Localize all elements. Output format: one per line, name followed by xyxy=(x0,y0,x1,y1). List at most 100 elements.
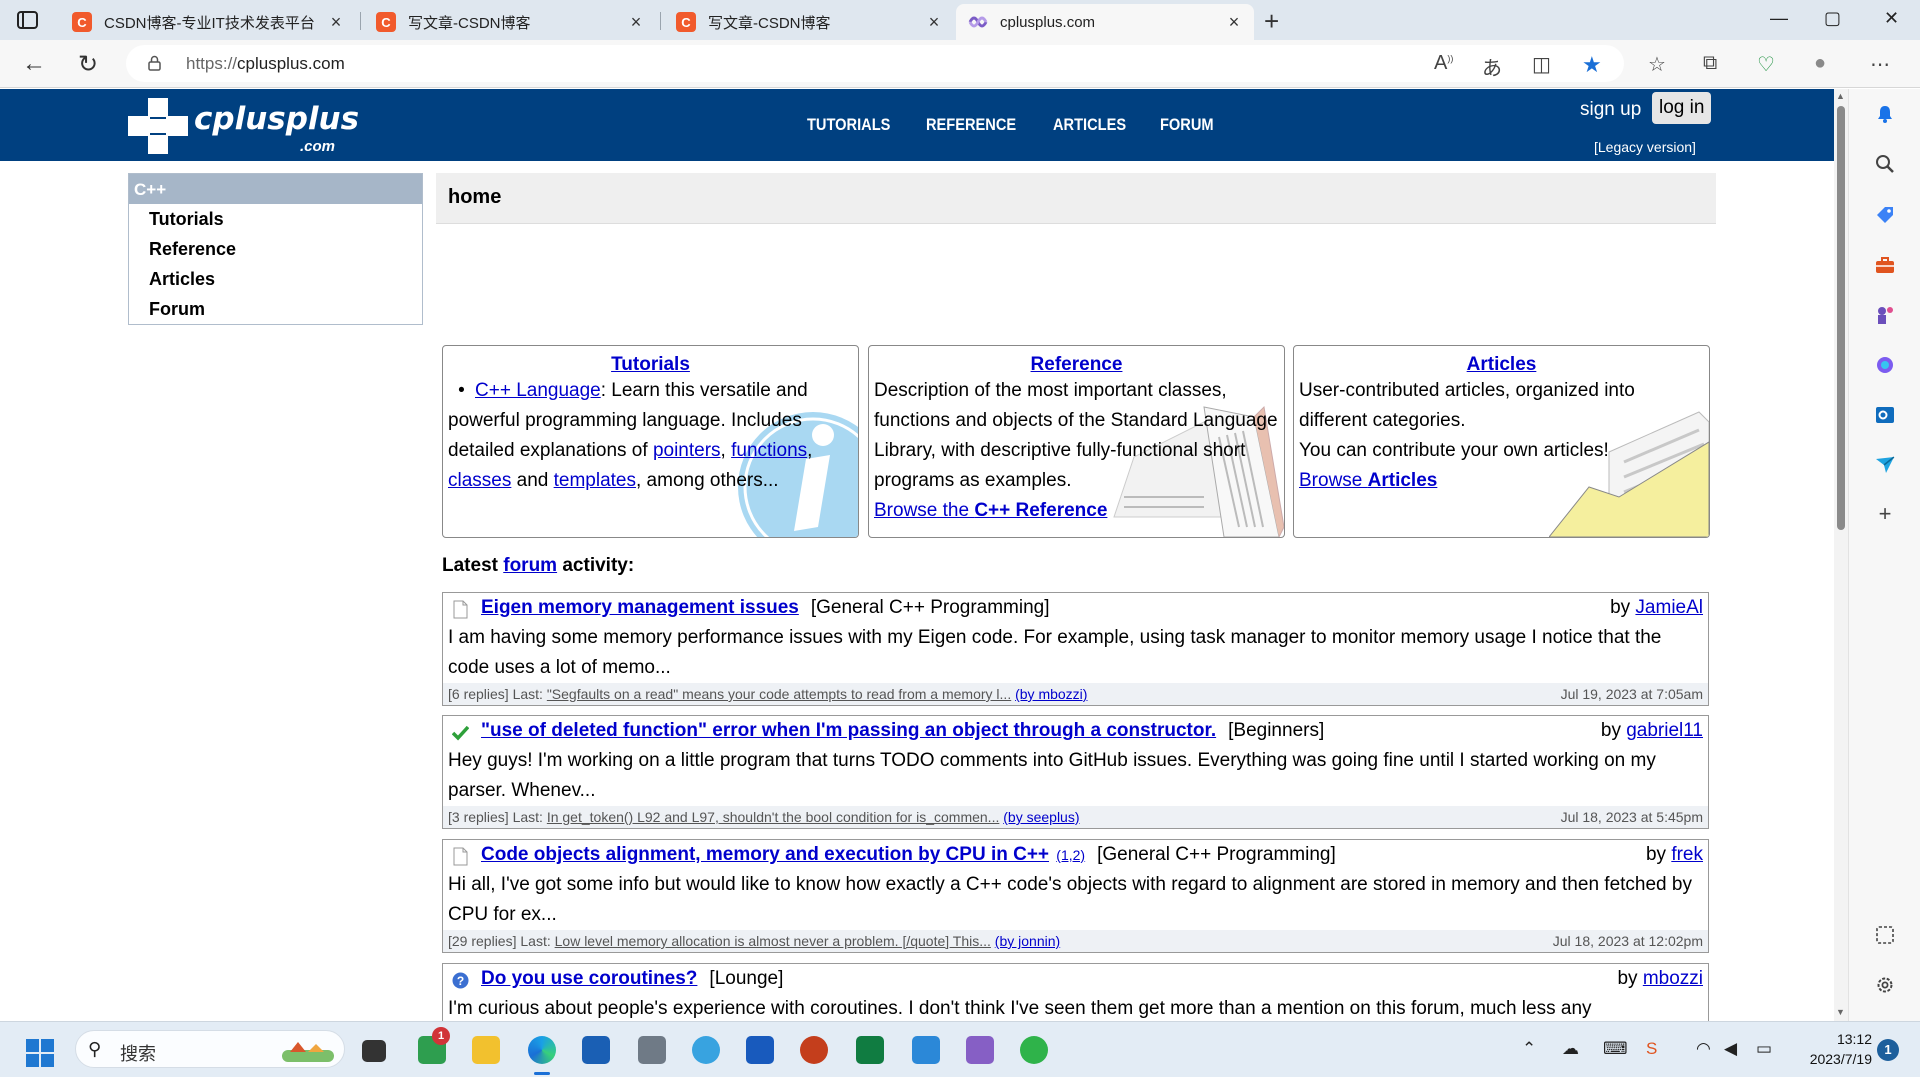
close-tab-icon[interactable]: × xyxy=(328,12,344,33)
notification-center-badge[interactable]: 1 xyxy=(1877,1039,1899,1061)
tab-csdn-write-1[interactable]: C 写文章-CSDN博客 × xyxy=(364,4,656,40)
favorite-star-icon[interactable]: ★ xyxy=(1582,52,1602,78)
screenshot-icon[interactable] xyxy=(1875,925,1895,945)
tab-cplusplus[interactable]: cplusplus.com × xyxy=(956,4,1254,40)
cpp-language-link[interactable]: C++ Language xyxy=(475,380,601,401)
shopping-tag-icon[interactable] xyxy=(1875,205,1895,225)
post-title-link[interactable]: Eigen memory management issues xyxy=(481,597,799,618)
volume-icon[interactable]: ◀ xyxy=(1724,1039,1737,1059)
url-field[interactable]: https://cplusplus.com xyxy=(126,45,1624,82)
input-method-icon[interactable]: ⌨ xyxy=(1603,1039,1628,1059)
articles-heading-link[interactable]: Articles xyxy=(1467,354,1537,375)
reference-heading-link[interactable]: Reference xyxy=(1031,354,1123,375)
edge-browser-icon[interactable] xyxy=(528,1036,556,1064)
read-aloud-icon[interactable]: A)) xyxy=(1434,52,1453,75)
send-icon[interactable] xyxy=(1875,455,1895,475)
split-screen-icon[interactable]: ◫ xyxy=(1532,52,1551,77)
pointers-link[interactable]: pointers xyxy=(653,440,721,461)
post-title-link[interactable]: Do you use coroutines? xyxy=(481,968,697,989)
add-icon[interactable]: + xyxy=(1875,503,1895,525)
copilot-icon[interactable] xyxy=(1875,355,1895,375)
nav-forum[interactable]: FORUM xyxy=(1160,115,1214,135)
network-app-icon[interactable] xyxy=(692,1036,720,1064)
task-view-icon[interactable] xyxy=(362,1040,386,1062)
scroll-up-icon[interactable]: ▲ xyxy=(1836,91,1845,101)
microsoft-store-icon[interactable] xyxy=(582,1036,610,1064)
author-link[interactable]: frek xyxy=(1671,844,1703,865)
wechat-icon[interactable] xyxy=(1020,1036,1048,1064)
post-title-link[interactable]: "use of deleted function" error when I'm… xyxy=(481,720,1216,741)
author-link[interactable]: mbozzi xyxy=(1643,968,1703,989)
outlook-icon[interactable] xyxy=(1875,405,1895,425)
last-reply-link[interactable]: "Segfaults on a read" means your code at… xyxy=(547,686,1011,702)
author-link[interactable]: JamieAl xyxy=(1635,597,1703,618)
app-tray-icon[interactable]: S xyxy=(1646,1039,1657,1059)
taskbar-search[interactable]: ⚲ 搜索 xyxy=(75,1030,345,1068)
bell-icon[interactable] xyxy=(1875,104,1895,124)
legacy-version-link[interactable]: [Legacy version] xyxy=(1594,139,1696,155)
author-link[interactable]: gabriel11 xyxy=(1626,720,1703,741)
visual-studio-icon[interactable] xyxy=(966,1036,994,1064)
templates-link[interactable]: templates xyxy=(554,470,636,491)
page-scrollbar[interactable]: ▲ ▼ xyxy=(1834,89,1848,1021)
browse-reference-link[interactable]: Browse the C++ Reference xyxy=(874,500,1107,521)
battery-icon[interactable]: ▭ xyxy=(1756,1039,1772,1059)
powerpoint-icon[interactable] xyxy=(800,1036,828,1064)
tab-csdn-home[interactable]: C CSDN博客-专业IT技术发表平台 × xyxy=(60,4,356,40)
calculator-icon[interactable] xyxy=(638,1036,666,1064)
tutorials-heading-link[interactable]: Tutorials xyxy=(611,354,690,375)
post-title-link[interactable]: Code objects alignment, memory and execu… xyxy=(481,844,1049,865)
translate-icon[interactable]: あ xyxy=(1482,52,1502,81)
close-tab-icon[interactable]: × xyxy=(1226,12,1242,33)
collections-icon[interactable]: ⧉ xyxy=(1703,52,1717,75)
last-reply-link[interactable]: Low level memory allocation is almost ne… xyxy=(555,933,991,949)
nav-tutorials[interactable]: TUTORIALS xyxy=(807,115,890,135)
search-icon[interactable] xyxy=(1875,154,1895,174)
close-window-button[interactable]: ✕ xyxy=(1884,8,1899,29)
toolbox-icon[interactable] xyxy=(1875,255,1895,275)
sign-up-link[interactable]: sign up xyxy=(1580,99,1641,121)
performance-icon[interactable]: ♡ xyxy=(1757,52,1775,77)
last-reply-link[interactable]: In get_token() L92 and L97, shouldn't th… xyxy=(547,809,1000,825)
last-reply-author[interactable]: (by seeplus) xyxy=(1003,809,1079,825)
favorites-icon[interactable]: ☆ xyxy=(1648,52,1666,77)
back-icon[interactable]: ← xyxy=(22,50,46,78)
left-nav-tutorials[interactable]: Tutorials xyxy=(129,204,422,234)
left-nav-heading[interactable]: C++ xyxy=(129,174,422,204)
close-tab-icon[interactable]: × xyxy=(926,12,942,33)
maximize-button[interactable]: ▢ xyxy=(1824,8,1841,29)
more-icon[interactable]: ⋯ xyxy=(1870,52,1890,77)
windows-start-icon[interactable] xyxy=(26,1039,54,1067)
file-explorer-icon[interactable] xyxy=(472,1036,500,1064)
onedrive-icon[interactable]: ☁ xyxy=(1562,1039,1579,1059)
url-text[interactable]: https://cplusplus.com xyxy=(186,54,345,74)
excel-icon[interactable] xyxy=(856,1036,884,1064)
tab-actions-icon[interactable] xyxy=(14,9,42,31)
last-reply-author[interactable]: (by mbozzi) xyxy=(1015,686,1087,702)
wifi-icon[interactable]: ◠ xyxy=(1696,1039,1711,1059)
nav-articles[interactable]: ARTICLES xyxy=(1053,115,1126,135)
last-reply-author[interactable]: (by jonnin) xyxy=(995,933,1060,949)
minimize-button[interactable]: — xyxy=(1770,8,1788,29)
forum-link[interactable]: forum xyxy=(503,555,557,576)
left-nav-forum[interactable]: Forum xyxy=(129,294,422,324)
word-icon[interactable] xyxy=(746,1036,774,1064)
system-clock[interactable]: 13:12 2023/7/19 xyxy=(1794,1029,1872,1069)
post-pages-link[interactable]: (1,2) xyxy=(1056,847,1085,863)
profile-icon[interactable]: ● xyxy=(1814,52,1826,75)
close-tab-icon[interactable]: × xyxy=(628,12,644,33)
nav-reference[interactable]: REFERENCE xyxy=(926,115,1016,135)
tab-csdn-write-2[interactable]: C 写文章-CSDN博客 × xyxy=(664,4,954,40)
left-nav-reference[interactable]: Reference xyxy=(129,234,422,264)
scroll-down-icon[interactable]: ▼ xyxy=(1836,1007,1845,1017)
browse-articles-link[interactable]: Browse Articles xyxy=(1299,470,1437,491)
lock-icon[interactable] xyxy=(148,55,161,71)
settings-gear-icon[interactable] xyxy=(1875,975,1895,995)
log-in-button[interactable]: log in xyxy=(1652,92,1712,124)
notepad-icon[interactable] xyxy=(912,1036,940,1064)
new-tab-button[interactable]: + xyxy=(1264,6,1279,37)
games-icon[interactable] xyxy=(1875,305,1895,325)
classes-link[interactable]: classes xyxy=(448,470,511,491)
functions-link[interactable]: functions xyxy=(731,440,807,461)
show-hidden-icons-icon[interactable]: ⌃ xyxy=(1522,1039,1536,1059)
